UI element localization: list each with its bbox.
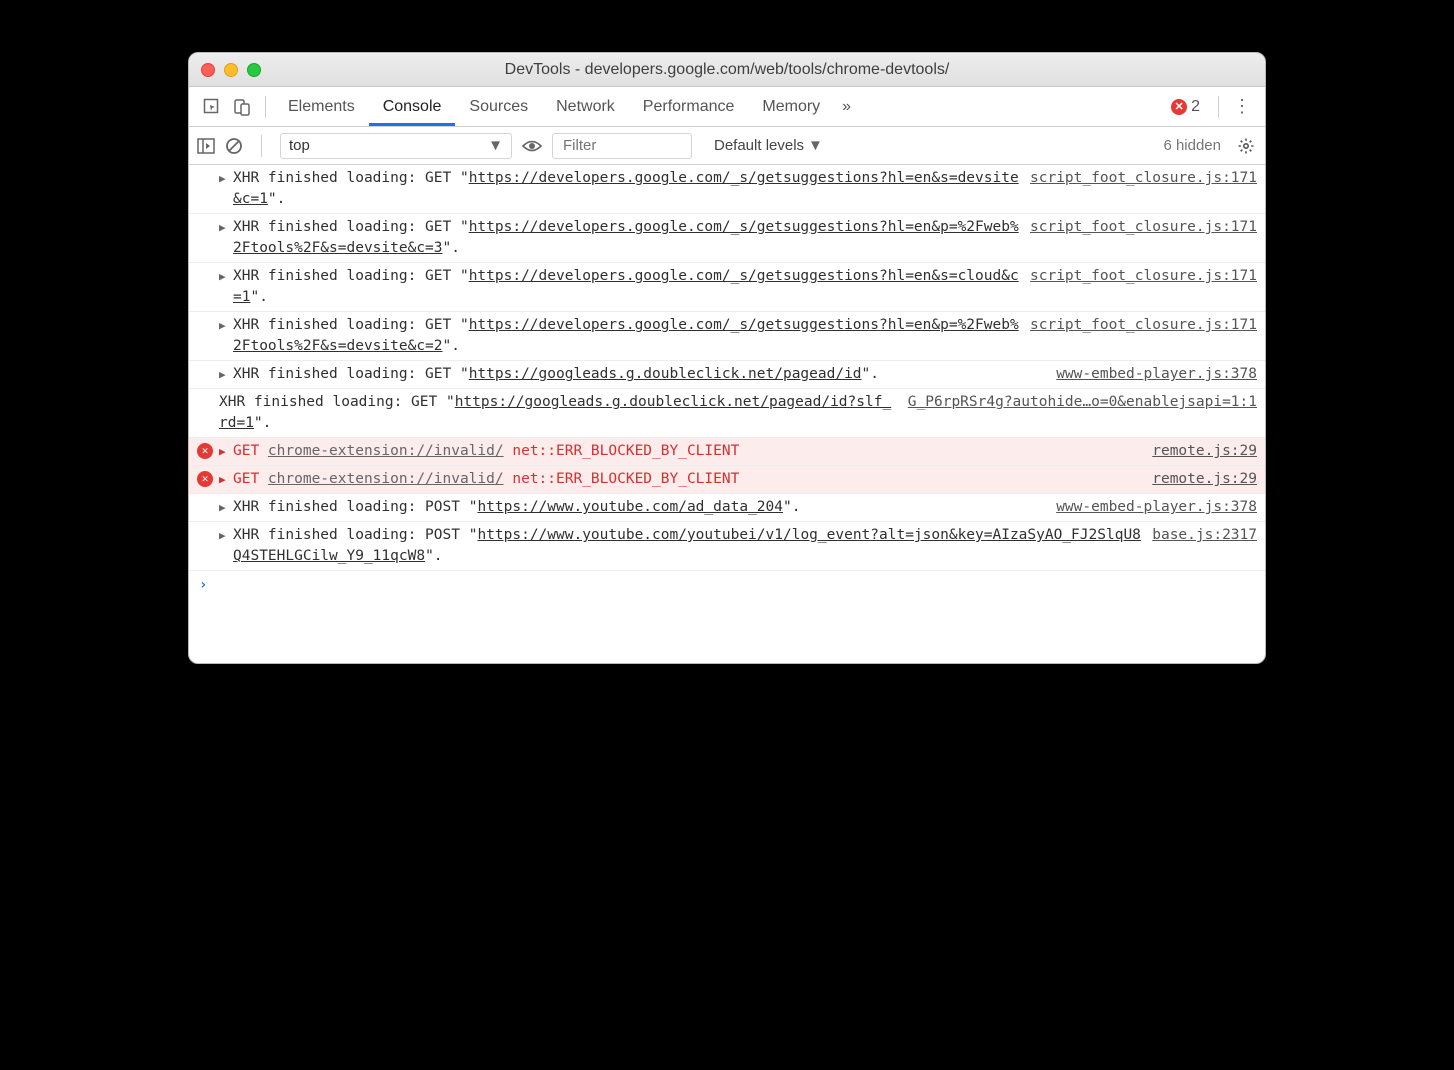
log-message: GET chrome-extension://invalid/ net::ERR… (219, 441, 1152, 462)
inspect-icon[interactable] (203, 98, 221, 116)
disclosure-triangle-icon[interactable]: ▶ (219, 472, 226, 488)
log-source-link[interactable]: remote.js:29 (1152, 441, 1257, 462)
log-message: XHR finished loading: GET "https://devel… (219, 217, 1030, 259)
console-prompt[interactable]: › (189, 571, 1265, 603)
log-message: XHR finished loading: POST "https://www.… (219, 525, 1152, 567)
log-source-link[interactable]: script_foot_closure.js:171 (1030, 266, 1257, 308)
divider (1218, 96, 1219, 118)
log-message: XHR finished loading: POST "https://www.… (219, 497, 1056, 518)
console-log-row[interactable]: ▶XHR finished loading: POST "https://www… (189, 522, 1265, 571)
tab-memory[interactable]: Memory (748, 87, 834, 126)
log-message: XHR finished loading: GET "https://devel… (219, 266, 1030, 308)
log-source-link[interactable]: www-embed-player.js:378 (1056, 497, 1257, 518)
log-message: XHR finished loading: GET "https://devel… (219, 168, 1030, 210)
log-url[interactable]: https://googleads.g.doubleclick.net/page… (219, 394, 891, 431)
error-icon: ✕ (1171, 99, 1187, 115)
disclosure-triangle-icon[interactable]: ▶ (219, 171, 226, 187)
log-source-link[interactable]: base.js:2317 (1152, 525, 1257, 567)
log-url[interactable]: https://www.youtube.com/youtubei/v1/log_… (233, 527, 1141, 564)
close-window-button[interactable] (201, 63, 215, 77)
divider (261, 135, 262, 157)
disclosure-triangle-icon[interactable]: ▶ (219, 220, 226, 236)
console-log-row[interactable]: ▶XHR finished loading: GET "https://deve… (189, 263, 1265, 312)
chevron-down-icon: ▼ (808, 137, 823, 154)
log-url[interactable]: https://developers.google.com/_s/getsugg… (233, 268, 1019, 305)
log-source-link[interactable]: G_P6rpRSr4g?autohide…o=0&enablejsapi=1:1 (908, 392, 1257, 434)
console-error-row[interactable]: ✕ ▶GET chrome-extension://invalid/ net::E… (189, 466, 1265, 494)
log-url[interactable]: chrome-extension://invalid/ (268, 471, 504, 487)
context-selector[interactable]: top ▼ (280, 133, 512, 159)
prompt-chevron-icon: › (199, 577, 207, 593)
console-log-row[interactable]: ▶XHR finished loading: GET "https://deve… (189, 165, 1265, 214)
console-error-row[interactable]: ✕ ▶GET chrome-extension://invalid/ net::E… (189, 438, 1265, 466)
settings-gear-icon[interactable] (1237, 137, 1255, 155)
console-log-row[interactable]: ▶XHR finished loading: GET "https://goog… (189, 361, 1265, 389)
tab-network[interactable]: Network (542, 87, 629, 126)
context-value: top (289, 137, 310, 154)
log-source-link[interactable]: script_foot_closure.js:171 (1030, 217, 1257, 259)
traffic-lights (201, 63, 261, 77)
device-toggle-icon[interactable] (233, 98, 251, 116)
log-url[interactable]: https://developers.google.com/_s/getsugg… (233, 170, 1019, 207)
disclosure-triangle-icon[interactable]: ▶ (219, 367, 226, 383)
divider (265, 96, 266, 118)
log-source-link[interactable]: script_foot_closure.js:171 (1030, 315, 1257, 357)
maximize-window-button[interactable] (247, 63, 261, 77)
log-message: XHR finished loading: GET "https://googl… (219, 392, 908, 434)
filter-input[interactable] (552, 133, 692, 159)
log-source-link[interactable]: remote.js:29 (1152, 469, 1257, 490)
log-levels-dropdown[interactable]: Default levels ▼ (714, 137, 823, 154)
tab-sources[interactable]: Sources (455, 87, 542, 126)
window-title: DevTools - developers.google.com/web/too… (189, 61, 1265, 79)
hidden-count[interactable]: 6 hidden (1163, 137, 1221, 154)
disclosure-triangle-icon[interactable]: ▶ (219, 500, 226, 516)
titlebar: DevTools - developers.google.com/web/too… (189, 53, 1265, 87)
minimize-window-button[interactable] (224, 63, 238, 77)
log-message: XHR finished loading: GET "https://devel… (219, 315, 1030, 357)
tab-more[interactable]: » (834, 87, 859, 126)
levels-label: Default levels (714, 137, 804, 154)
chevron-down-icon: ▼ (488, 137, 503, 154)
log-source-link[interactable]: www-embed-player.js:378 (1056, 364, 1257, 385)
error-icon: ✕ (197, 471, 213, 487)
disclosure-triangle-icon[interactable]: ▶ (219, 318, 226, 334)
disclosure-triangle-icon[interactable]: ▶ (219, 528, 226, 544)
log-url[interactable]: https://googleads.g.doubleclick.net/page… (469, 366, 862, 382)
console-log-row[interactable]: ▶XHR finished loading: POST "https://www… (189, 494, 1265, 522)
log-source-link[interactable]: script_foot_closure.js:171 (1030, 168, 1257, 210)
log-message: GET chrome-extension://invalid/ net::ERR… (219, 469, 1152, 490)
devtools-window: DevTools - developers.google.com/web/too… (188, 52, 1266, 664)
error-icon: ✕ (197, 443, 213, 459)
log-url[interactable]: chrome-extension://invalid/ (268, 443, 504, 459)
log-message: XHR finished loading: GET "https://googl… (219, 364, 1056, 385)
console-log: ▶XHR finished loading: GET "https://deve… (189, 165, 1265, 571)
tab-console[interactable]: Console (369, 87, 456, 126)
clear-console-icon[interactable] (225, 137, 243, 155)
console-log-row[interactable]: ▶XHR finished loading: GET "https://deve… (189, 214, 1265, 263)
console-toolbar: top ▼ Default levels ▼ 6 hidden (189, 127, 1265, 165)
disclosure-triangle-icon[interactable]: ▶ (219, 444, 226, 460)
console-log-row[interactable]: XHR finished loading: GET "https://googl… (189, 389, 1265, 438)
log-url[interactable]: https://developers.google.com/_s/getsugg… (233, 317, 1019, 354)
error-count-badge[interactable]: ✕ 2 (1171, 98, 1200, 116)
padding (189, 603, 1265, 663)
disclosure-triangle-icon[interactable]: ▶ (219, 269, 226, 285)
log-url[interactable]: https://www.youtube.com/ad_data_204 (477, 499, 783, 515)
live-expression-icon[interactable] (522, 139, 542, 153)
tab-elements[interactable]: Elements (274, 87, 369, 126)
console-log-row[interactable]: ▶XHR finished loading: GET "https://deve… (189, 312, 1265, 361)
show-sidebar-icon[interactable] (197, 138, 215, 154)
tab-performance[interactable]: Performance (629, 87, 749, 126)
error-count: 2 (1191, 98, 1200, 116)
log-url[interactable]: https://developers.google.com/_s/getsugg… (233, 219, 1019, 256)
panel-tabs: Elements Console Sources Network Perform… (189, 87, 1265, 127)
kebab-menu-icon[interactable]: ⋮ (1233, 96, 1251, 117)
